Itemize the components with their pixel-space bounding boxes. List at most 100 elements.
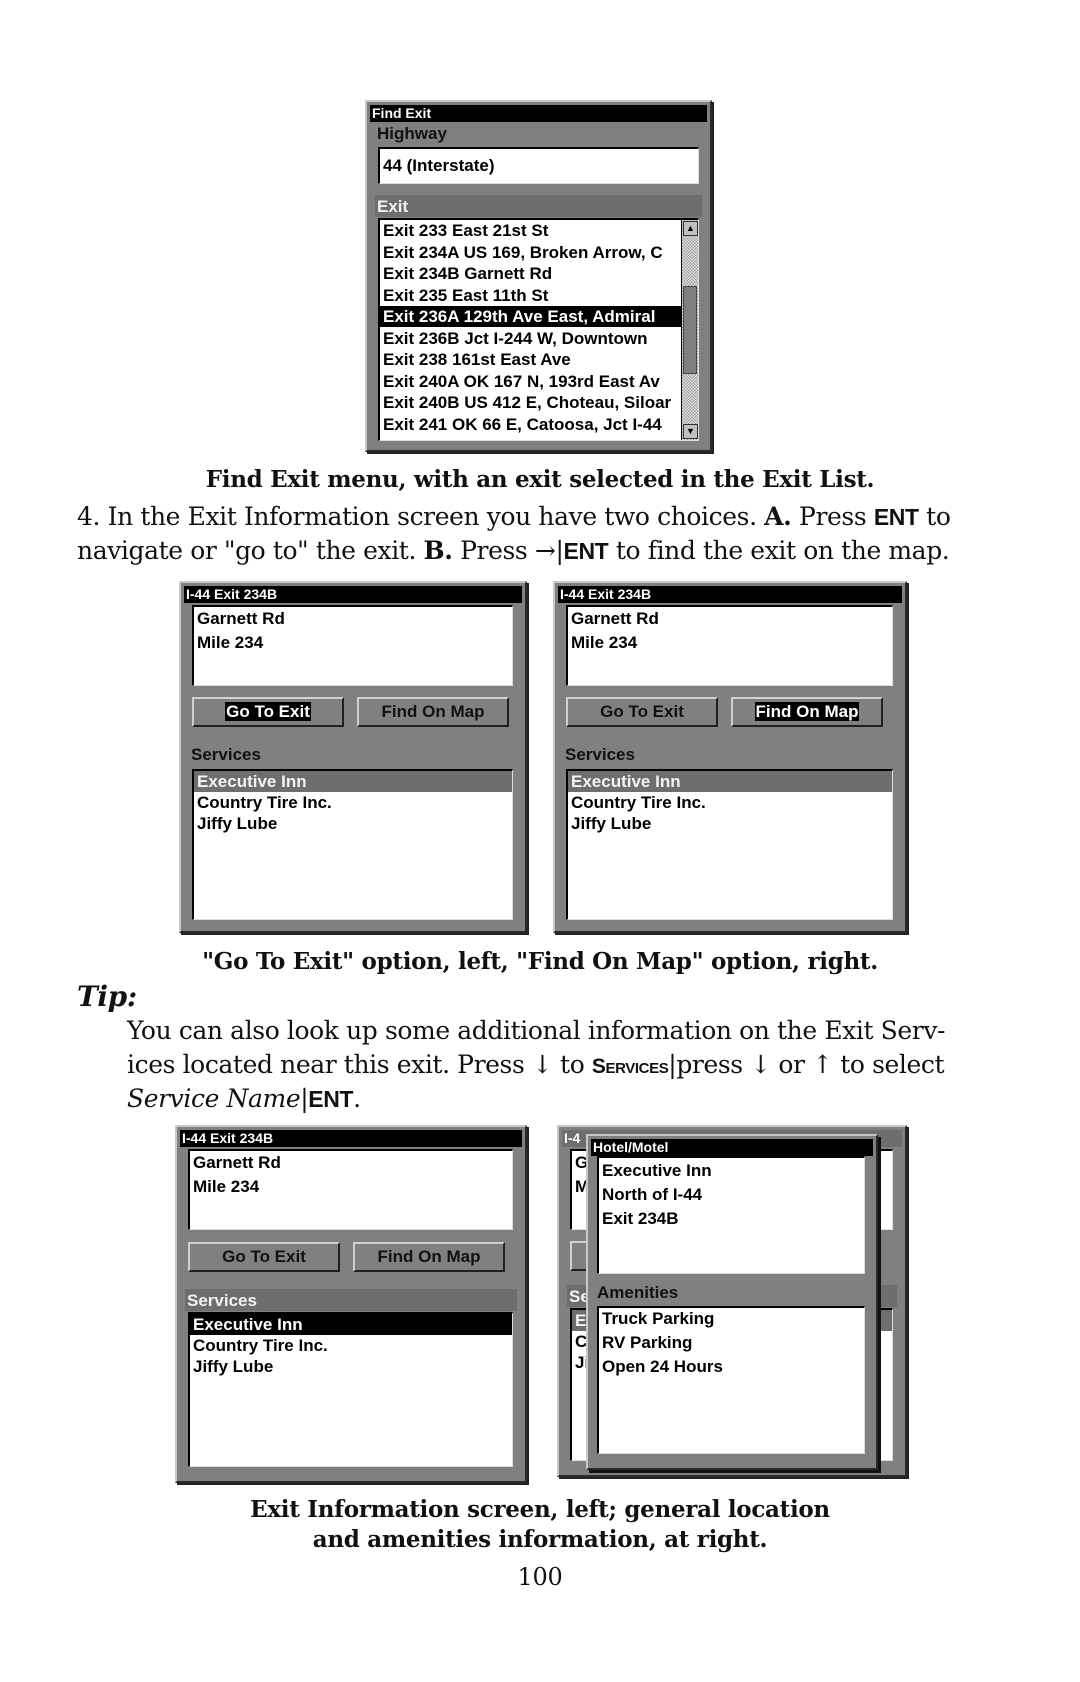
tip-text: press (676, 1050, 751, 1079)
figure3-caption-line2: and amenities information, at right. (312, 1526, 768, 1553)
choice-a: A. (764, 502, 792, 531)
arrow-down-icon: ↓ (531, 1050, 553, 1079)
ent-key: ENT (873, 504, 919, 530)
find-on-map-button[interactable]: Find On Map (357, 697, 509, 727)
service-item[interactable]: Jiffy Lube (190, 1356, 512, 1377)
exit-list-item[interactable]: Exit 240A OK 167 N, 193rd East Av (380, 371, 681, 392)
tip-text: to select (832, 1050, 945, 1079)
key-separator: | (555, 536, 564, 565)
step4-text: to find the exit on the map. (608, 536, 950, 565)
tip-line1: You can also look up some additional inf… (127, 1016, 946, 1045)
find-on-map-button[interactable]: Find On Map (353, 1242, 505, 1272)
popup-info-line: Exit 234B (602, 1209, 679, 1228)
step4-line2: navigate or "go to" the exit. B. Press →… (77, 536, 950, 565)
step4-text: navigate or "go to" the exit. (77, 536, 424, 565)
exit-list-item[interactable]: Exit 236B Jct I-244 W, Downtown (380, 328, 681, 349)
exit-list-item[interactable]: Exit 241 OK 66 E, Catoosa, Jct I-44 (380, 414, 681, 435)
service-item[interactable]: Jiffy Lube (568, 813, 892, 834)
exit-list-item[interactable]: Exit 238 161st East Ave (380, 349, 681, 370)
find-on-map-label: Find On Map (381, 702, 485, 721)
find-on-map-button[interactable]: Find On Map (731, 697, 883, 727)
exit-info-screen-services-selected: I-44 Exit 234B Garnett Rd Mile 234 Go To… (175, 1125, 527, 1483)
tip-text: ices located near this exit. Press (127, 1050, 532, 1079)
exit-info-title: I-44 Exit 234B (180, 1130, 522, 1147)
choice-b: B. (423, 536, 453, 565)
tip-heading: Tip: (77, 980, 137, 1013)
tip-line2: ices located near this exit. Press ↓ to … (127, 1050, 945, 1079)
popup-title: Hotel/Motel (591, 1139, 873, 1156)
tip-text: to (552, 1050, 592, 1079)
step4-text: to (918, 502, 951, 531)
service-item[interactable]: Country Tire Inc. (194, 792, 512, 813)
service-item[interactable]: Country Tire Inc. (568, 792, 892, 813)
exit-list-item[interactable]: Exit 234A US 169, Broken Arrow, C (380, 242, 681, 263)
go-to-exit-button[interactable]: Go To Exit (192, 697, 344, 727)
highway-input[interactable]: 44 (Interstate) (378, 147, 699, 184)
find-exit-screen: Find Exit Highway 44 (Interstate) Exit E… (365, 100, 712, 452)
service-name-term: Service Name (127, 1084, 301, 1113)
exit-list-item[interactable]: Exit 240B US 412 E, Choteau, Siloar (380, 392, 681, 413)
arrow-right-icon: → (534, 536, 556, 565)
amenity-item: Open 24 Hours (602, 1357, 723, 1376)
amenities-list[interactable]: Truck Parking RV Parking Open 24 Hours (597, 1306, 865, 1454)
scroll-up-icon[interactable]: ▲ (683, 221, 698, 236)
go-to-exit-label: Go To Exit (222, 1247, 306, 1266)
service-item[interactable]: Executive Inn (568, 771, 892, 792)
page-number: 100 (517, 1563, 563, 1591)
exit-label: Exit (377, 197, 409, 216)
amenity-item: Truck Parking (602, 1309, 715, 1328)
services-key: Services (591, 1055, 669, 1078)
exit-info-title: I-44 Exit 234B (558, 586, 902, 603)
exit-list-item[interactable]: Exit 233 East 21st St (380, 220, 681, 241)
go-to-exit-label: Go To Exit (600, 702, 684, 721)
exit-info-box: Garnett Rd Mile 234 (188, 1149, 513, 1230)
exit-info-screen-find-on-map: I-44 Exit 234B Garnett Rd Mile 234 Go To… (553, 581, 907, 933)
exit-mile: Mile 234 (193, 1177, 260, 1196)
exit-info-title: I-44 Exit 234B (184, 586, 522, 603)
service-item[interactable]: Jiffy Lube (194, 813, 512, 834)
services-list[interactable]: Executive Inn Country Tire Inc. Jiffy Lu… (566, 769, 893, 920)
figure1-caption: Find Exit menu, with an exit selected in… (205, 466, 875, 493)
step4-text: Press (452, 536, 535, 565)
services-list[interactable]: Executive Inn Country Tire Inc. Jiffy Lu… (192, 769, 513, 920)
exit-list-item[interactable]: Exit 236A 129th Ave East, Admiral (380, 306, 681, 327)
hotel-motel-popup: Hotel/Motel Executive Inn North of I-44 … (586, 1134, 878, 1470)
amenities-label: Amenities (597, 1283, 679, 1302)
exit-road-name: Garnett Rd (571, 609, 659, 628)
arrow-up-icon: ↑ (812, 1050, 833, 1079)
step4-line1: 4. In the Exit Information screen you ha… (77, 502, 951, 531)
service-item[interactable]: Executive Inn (194, 771, 512, 792)
service-item[interactable]: Country Tire Inc. (190, 1335, 512, 1356)
go-to-exit-label: Go To Exit (225, 702, 311, 721)
exit-list[interactable]: Exit 233 East 21st St Exit 234A US 169, B… (378, 218, 699, 441)
exit-mile: Mile 234 (571, 633, 638, 652)
highway-value: 44 (Interstate) (383, 156, 495, 175)
exit-info-box: Garnett Rd Mile 234 (566, 605, 893, 686)
highway-label: Highway (377, 124, 447, 143)
exit-list-scrollbar[interactable]: ▲ ▼ (681, 220, 698, 440)
exit-list-item[interactable]: Exit 235 East 11th St (380, 285, 681, 306)
scroll-down-icon[interactable]: ▼ (683, 424, 698, 439)
exit-list-item[interactable]: Exit 234B Garnett Rd (380, 263, 681, 284)
service-item[interactable]: Executive Inn (190, 1314, 512, 1335)
ent-key: ENT (308, 1086, 354, 1112)
services-list[interactable]: Executive Inn Country Tire Inc. Jiffy Lu… (188, 1312, 513, 1467)
step4-text: Press (791, 502, 874, 531)
find-on-map-label: Find On Map (754, 702, 860, 721)
exit-info-box: Garnett Rd Mile 234 (192, 605, 513, 686)
exit-road-name: Garnett Rd (197, 609, 285, 628)
go-to-exit-button[interactable]: Go To Exit (566, 697, 718, 727)
ent-key: ENT (563, 538, 609, 564)
exit-header-band (375, 195, 702, 217)
find-exit-title: Find Exit (370, 105, 707, 122)
go-to-exit-button[interactable]: Go To Exit (188, 1242, 340, 1272)
figure2-caption: "Go To Exit" option, left, "Find On Map"… (202, 948, 878, 975)
exit-info-screen-go-to-exit: I-44 Exit 234B Garnett Rd Mile 234 Go To… (179, 581, 527, 933)
scrollbar-thumb[interactable] (683, 286, 697, 374)
exit-road-name: Garnett Rd (193, 1153, 281, 1172)
amenity-item: RV Parking (602, 1333, 693, 1352)
services-label: Services (191, 745, 261, 764)
tip-text: or (770, 1050, 813, 1079)
tip-line3: Service Name|ENT. (127, 1084, 361, 1113)
step-number: 4. (77, 502, 101, 531)
